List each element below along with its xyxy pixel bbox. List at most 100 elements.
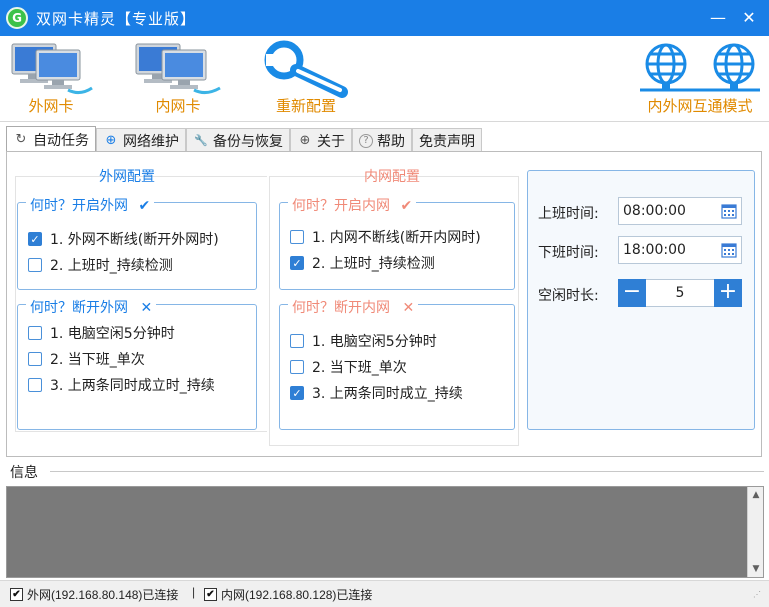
tab-about[interactable]: ⊕ 关于: [290, 128, 352, 152]
internal-config-title: 内网配置: [364, 169, 420, 185]
external-worktime-detect-option[interactable]: 2. 上班时_持续检测: [28, 255, 173, 275]
tab-auto-task[interactable]: ↻ 自动任务: [6, 126, 96, 152]
tab-label: 网络维护: [123, 133, 179, 150]
idle-duration-stepper: − 5 +: [618, 279, 742, 307]
interconnect-mode-label: 内外网互通模式: [647, 97, 753, 115]
external-enable-heading: 何时？开启外网 ✔: [26, 195, 155, 215]
checkbox-checked[interactable]: ✓: [290, 386, 304, 400]
idle-duration-label: 空闲时长:: [538, 288, 599, 304]
checkbox[interactable]: [290, 360, 304, 374]
checkbox-checked[interactable]: ✓: [28, 232, 42, 246]
reset-config-label: 重新配置: [275, 97, 336, 115]
tab-label: 免责声明: [419, 133, 475, 150]
tab-network-maintenance[interactable]: ⊕ 网络维护: [96, 128, 186, 152]
internal-offwork-once-option[interactable]: 2. 当下班_单次: [290, 357, 407, 377]
checkbox[interactable]: [28, 326, 42, 340]
status-check-icon: ✔: [10, 588, 23, 601]
external-both-continuous-option[interactable]: 3. 上两条同时成立时_持续: [28, 375, 215, 395]
auto-task-panel: 外网配置 内网配置 何时？开启外网 ✔ ✓ 1. 外网不断线(断开外网时) 2.…: [6, 151, 762, 457]
tab-label: 自动任务: [33, 132, 89, 149]
computer-network-icon: [135, 43, 221, 95]
external-config-title: 外网配置: [99, 169, 155, 185]
external-disable-heading: 何时？断开外网 ✕: [26, 297, 157, 317]
internal-nic-label: 内网卡: [155, 97, 201, 115]
interconnect-mode-button[interactable]: 内外网互通模式: [636, 36, 764, 122]
checkbox[interactable]: [290, 334, 304, 348]
external-keep-online-option[interactable]: ✓ 1. 外网不断线(断开外网时): [28, 229, 219, 249]
increment-button[interactable]: +: [714, 279, 742, 307]
calendar-icon[interactable]: [721, 242, 737, 258]
calendar-icon[interactable]: [721, 203, 737, 219]
option-label: 1. 内网不断线(断开内网时): [312, 230, 481, 246]
wrench-icon: 🔧: [194, 133, 208, 147]
checkbox[interactable]: [290, 230, 304, 244]
work-end-value: 18:00:00: [623, 242, 686, 258]
internal-status-text: 内网(192.168.80.128)已连接: [221, 588, 373, 602]
work-start-time-input[interactable]: 08:00:00: [618, 197, 742, 225]
external-status-text: 外网(192.168.80.148)已连接: [27, 588, 179, 602]
divider: [50, 471, 764, 472]
tab-help[interactable]: ? 帮助: [352, 128, 412, 152]
tab-backup-restore[interactable]: 🔧 备份与恢复: [186, 128, 290, 152]
tab-label: 备份与恢复: [213, 133, 283, 150]
checkbox-checked[interactable]: ✓: [290, 256, 304, 270]
close-button[interactable]: ✕: [737, 6, 761, 30]
option-label: 3. 上两条同时成立时_持续: [50, 378, 215, 394]
external-enable-group: 何时？开启外网 ✔ ✓ 1. 外网不断线(断开外网时) 2. 上班时_持续检测: [17, 195, 257, 290]
schedule-settings: 上班时间: 08:00:00 下班时间: 18:00:00 空闲时长: − 5 …: [527, 170, 755, 430]
internal-worktime-detect-option[interactable]: ✓ 2. 上班时_持续检测: [290, 253, 435, 273]
external-disable-group: 何时？断开外网 ✕ 1. 电脑空闲5分钟时 2. 当下班_单次 3. 上两条同时…: [17, 297, 257, 430]
refresh-icon: ↻: [15, 131, 27, 147]
internal-both-continuous-option[interactable]: ✓ 3. 上两条同时成立_持续: [290, 383, 463, 403]
option-label: 1. 电脑空闲5分钟时: [50, 326, 175, 342]
globe-icon: ⊕: [299, 132, 311, 148]
option-label: 1. 外网不断线(断开外网时): [50, 232, 219, 248]
resize-grip-icon[interactable]: ⋰: [753, 591, 765, 604]
check-icon: ✔: [138, 198, 151, 214]
idle-duration-value[interactable]: 5: [646, 279, 714, 307]
checkbox[interactable]: [28, 352, 42, 366]
status-bar: ✔ 外网(192.168.80.148)已连接 | ✔ 内网(192.168.8…: [0, 580, 769, 607]
help-icon: ?: [359, 133, 373, 148]
status-separator: |: [192, 585, 196, 599]
work-end-time-input[interactable]: 18:00:00: [618, 236, 742, 264]
tab-disclaimer[interactable]: 免责声明: [412, 128, 482, 152]
check-icon: ✔: [400, 198, 413, 214]
title-bar: G 双网卡精灵【专业版】 — ✕: [0, 0, 769, 36]
wrench-icon: [264, 40, 348, 98]
status-check-icon: ✔: [204, 588, 217, 601]
external-nic-button[interactable]: 外网卡: [6, 36, 96, 122]
log-scrollbar[interactable]: ▲ ▼: [747, 487, 763, 577]
internal-enable-heading: 何时？开启内网 ✔: [288, 195, 417, 215]
option-label: 1. 电脑空闲5分钟时: [312, 334, 437, 350]
info-log-area[interactable]: ▲ ▼: [6, 486, 764, 578]
option-label: 2. 上班时_持续检测: [312, 256, 435, 272]
internal-disable-title: 何时？断开内网: [292, 300, 390, 316]
internal-idle-option[interactable]: 1. 电脑空闲5分钟时: [290, 331, 437, 351]
globe-network-icon: [640, 43, 760, 92]
reset-config-button[interactable]: 重新配置: [256, 36, 356, 122]
external-enable-title: 何时？开启外网: [30, 198, 128, 214]
globe-icon: ⊕: [105, 132, 117, 148]
internal-enable-title: 何时？开启内网: [292, 198, 390, 214]
scroll-up-icon[interactable]: ▲: [748, 487, 764, 503]
minimize-button[interactable]: —: [706, 6, 730, 30]
external-nic-label: 外网卡: [28, 97, 74, 115]
checkbox[interactable]: [28, 378, 42, 392]
work-end-label: 下班时间:: [538, 245, 599, 261]
internal-disable-heading: 何时？断开内网 ✕: [288, 297, 419, 317]
internal-nic-button[interactable]: 内网卡: [130, 36, 226, 122]
decrement-button[interactable]: −: [618, 279, 646, 307]
scroll-down-icon[interactable]: ▼: [748, 561, 764, 577]
external-idle-option[interactable]: 1. 电脑空闲5分钟时: [28, 323, 175, 343]
external-offwork-once-option[interactable]: 2. 当下班_单次: [28, 349, 145, 369]
external-status: ✔ 外网(192.168.80.148)已连接: [10, 586, 178, 603]
tab-label: 帮助: [377, 133, 405, 150]
option-label: 2. 当下班_单次: [50, 352, 145, 368]
internal-keep-online-option[interactable]: 1. 内网不断线(断开内网时): [290, 227, 481, 247]
option-label: 2. 当下班_单次: [312, 360, 407, 376]
checkbox[interactable]: [28, 258, 42, 272]
external-disable-title: 何时？断开外网: [30, 300, 128, 316]
computer-network-icon: [11, 43, 93, 95]
info-section-label: 信息: [10, 465, 38, 481]
